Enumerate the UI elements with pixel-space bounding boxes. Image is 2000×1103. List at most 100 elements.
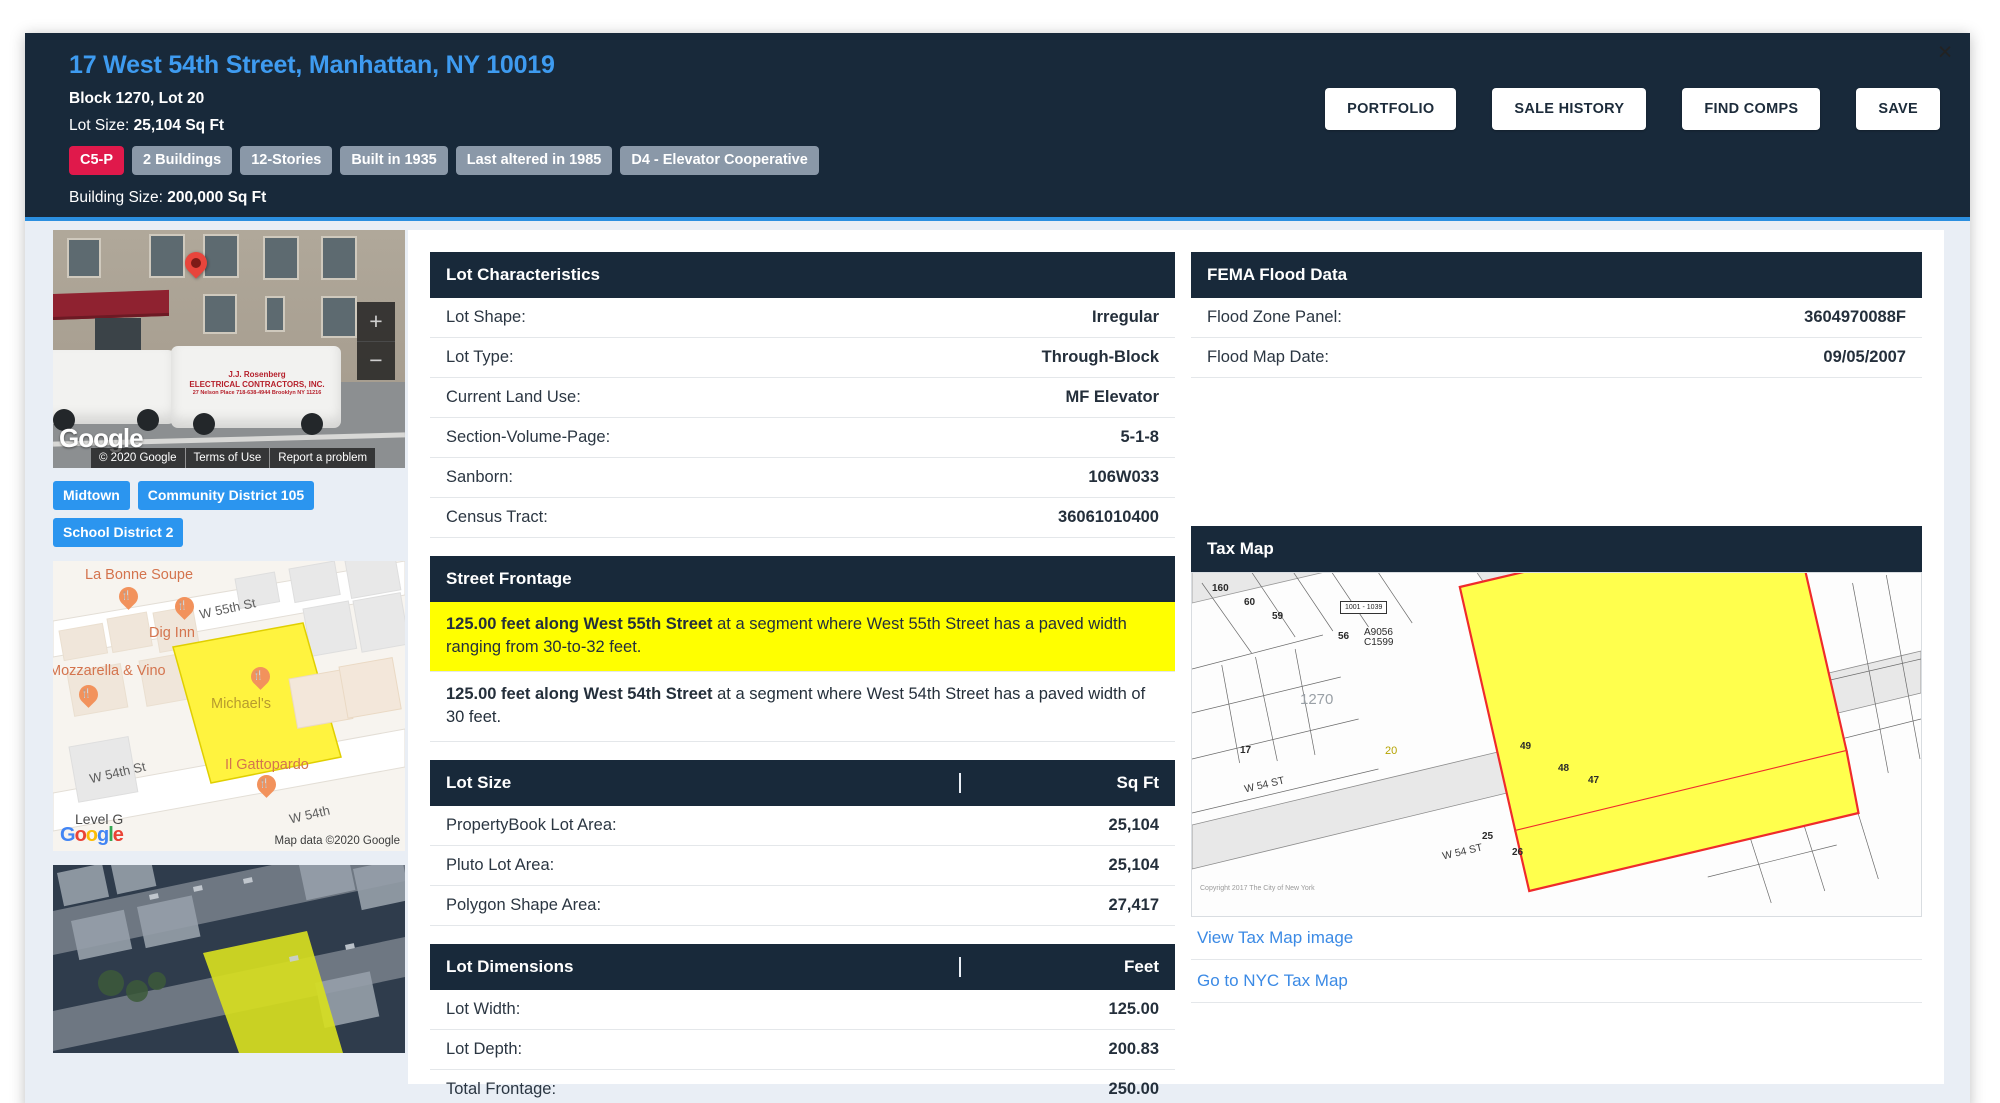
poi-label-il-gattopardo: Il Gattopardo bbox=[225, 757, 309, 773]
table-row: Sanborn: 106W033 bbox=[430, 458, 1175, 498]
table-row: Current Land Use: MF Elevator bbox=[430, 378, 1175, 418]
row-label: PropertyBook Lot Area: bbox=[446, 815, 617, 834]
poi-label-michaels: Michael's bbox=[211, 696, 271, 712]
fema-header: FEMA Flood Data bbox=[1191, 252, 1922, 298]
lot-characteristics-panel: Lot Characteristics Lot Shape: Irregular… bbox=[430, 252, 1175, 538]
row-value: 25,104 bbox=[1108, 815, 1159, 834]
header-building-size-label: Building Size: bbox=[69, 189, 163, 206]
lot-number-60: 60 bbox=[1244, 597, 1256, 608]
vector-map[interactable]: La Bonne Soupe Dig Inn Mozzarella & Vino… bbox=[53, 561, 405, 851]
row-value: 09/05/2007 bbox=[1823, 348, 1906, 366]
satellite-image[interactable] bbox=[53, 865, 405, 1053]
tax-map-credit: Copyright 2017 The City of New York bbox=[1200, 885, 1315, 892]
content-column-right: FEMA Flood Data Flood Zone Panel: 360497… bbox=[1191, 252, 1922, 1021]
row-value: 125.00 bbox=[1108, 999, 1159, 1018]
property-detail-modal: × 17 West 54th Street, Manhattan, NY 100… bbox=[25, 33, 1970, 1103]
row-label: Sanborn: bbox=[446, 468, 513, 486]
find-comps-button[interactable]: FIND COMPS bbox=[1682, 88, 1821, 130]
header-action-bar: PORTFOLIO SALE HISTORY FIND COMPS SAVE bbox=[1325, 88, 1940, 130]
row-value: 27,417 bbox=[1108, 895, 1159, 914]
lot-number-47: 47 bbox=[1588, 775, 1600, 786]
row-value: 36061010400 bbox=[1058, 508, 1159, 526]
tag-building-class: D4 - Elevator Cooperative bbox=[620, 146, 819, 175]
row-value: 25,104 bbox=[1108, 855, 1159, 874]
lot-size-panel: Lot Size Sq Ft PropertyBook Lot Area: 25… bbox=[430, 759, 1175, 926]
row-label: Lot Depth: bbox=[446, 1039, 523, 1058]
storefront-awning bbox=[53, 289, 169, 321]
save-button[interactable]: SAVE bbox=[1856, 88, 1940, 130]
property-header: 17 West 54th Street, Manhattan, NY 10019… bbox=[25, 33, 1970, 221]
frontage-row-highlighted: 125.00 feet along West 55th Street at a … bbox=[430, 602, 1175, 672]
go-to-nyc-tax-map-link[interactable]: Go to NYC Tax Map bbox=[1191, 960, 1922, 1003]
row-label: Pluto Lot Area: bbox=[446, 855, 555, 874]
lot-number-160: 160 bbox=[1212, 583, 1229, 594]
tax-map-code-c: C1599 bbox=[1364, 637, 1394, 648]
row-label: Lot Width: bbox=[446, 999, 521, 1018]
property-tag-list: C5-P 2 Buildings 12-Stories Built in 193… bbox=[69, 146, 1944, 175]
zoom-in-button[interactable]: + bbox=[357, 302, 395, 342]
table-row: Lot Depth: 200.83 bbox=[430, 1030, 1175, 1070]
close-icon[interactable]: × bbox=[1932, 39, 1958, 65]
zoom-out-button[interactable]: − bbox=[357, 342, 395, 381]
subject-lot-number: 20 bbox=[1385, 745, 1398, 757]
row-value: 250.00 bbox=[1108, 1079, 1159, 1098]
row-value: Irregular bbox=[1092, 308, 1159, 326]
street-frontage-header: Street Frontage bbox=[430, 556, 1175, 602]
table-row: Flood Map Date: 09/05/2007 bbox=[1191, 338, 1922, 378]
badge-school-district[interactable]: School District 2 bbox=[53, 518, 184, 547]
tag-year-altered: Last altered in 1985 bbox=[455, 146, 613, 175]
van-company-name: J.J. Rosenberg bbox=[228, 370, 286, 379]
table-row: Lot Shape: Irregular bbox=[430, 298, 1175, 338]
portfolio-button[interactable]: PORTFOLIO bbox=[1325, 88, 1457, 130]
header-lot-size-label: Lot Size: bbox=[69, 117, 130, 134]
lot-number-26: 26 bbox=[1512, 847, 1524, 858]
block-number-label: 1270 bbox=[1300, 691, 1334, 708]
header-lot-size-value: 25,104 Sq Ft bbox=[133, 117, 225, 134]
sale-history-button[interactable]: SALE HISTORY bbox=[1492, 88, 1647, 130]
panel-title: Street Frontage bbox=[446, 569, 572, 588]
google-wordmark: Google bbox=[60, 824, 124, 846]
lot-dimensions-header: Lot Dimensions Feet bbox=[430, 943, 1175, 990]
row-value: Through-Block bbox=[1041, 348, 1159, 366]
street-view-image[interactable]: J.J. Rosenberg ELECTRICAL CONTRACTORS, I… bbox=[53, 230, 405, 468]
tax-map-diagram[interactable]: 1001 - 1039 A9056 C1599 56 160 60 59 17 … bbox=[1191, 572, 1922, 917]
modal-body: J.J. Rosenberg ELECTRICAL CONTRACTORS, I… bbox=[25, 221, 1970, 1103]
view-tax-map-image-link[interactable]: View Tax Map image bbox=[1191, 917, 1922, 960]
row-label: Total Frontage: bbox=[446, 1079, 557, 1098]
map-data-credit: Map data ©2020 Google bbox=[271, 834, 403, 848]
content-column-left: Lot Characteristics Lot Shape: Irregular… bbox=[430, 252, 1175, 1103]
street-view-attribution: © 2020 Google Terms of Use Report a prob… bbox=[91, 448, 376, 468]
row-value: 5-1-8 bbox=[1120, 428, 1159, 446]
parked-van-right: J.J. Rosenberg ELECTRICAL CONTRACTORS, I… bbox=[171, 346, 341, 435]
row-label: Lot Type: bbox=[446, 348, 514, 366]
table-row: Polygon Shape Area: 27,417 bbox=[430, 886, 1175, 926]
table-row: Lot Type: Through-Block bbox=[430, 338, 1175, 378]
satellite-graphics bbox=[53, 865, 405, 1053]
tag-zoning: C5-P bbox=[69, 146, 125, 175]
van-company-contact: 27 Nelson Place 718-638-4944 Brooklyn NY… bbox=[192, 390, 322, 396]
poi-label-la-bonne-soupe: La Bonne Soupe bbox=[85, 567, 194, 583]
frontage-measure: 125.00 feet along West 55th Street bbox=[446, 615, 713, 633]
media-sidebar: J.J. Rosenberg ELECTRICAL CONTRACTORS, I… bbox=[25, 221, 408, 1103]
tag-year-built: Built in 1935 bbox=[340, 146, 448, 175]
frontage-row: 125.00 feet along West 54th Street at a … bbox=[430, 672, 1175, 742]
row-label: Current Land Use: bbox=[446, 388, 581, 406]
report-problem-link[interactable]: Report a problem bbox=[270, 448, 375, 468]
lot-size-header: Lot Size Sq Ft bbox=[430, 759, 1175, 806]
row-value: 3604970088F bbox=[1804, 308, 1906, 326]
page-title: 17 West 54th Street, Manhattan, NY 10019 bbox=[69, 51, 555, 79]
row-value: MF Elevator bbox=[1065, 388, 1159, 406]
terms-of-use-link[interactable]: Terms of Use bbox=[186, 448, 271, 468]
copyright-text: © 2020 Google bbox=[91, 448, 186, 468]
badge-neighborhood[interactable]: Midtown bbox=[53, 481, 130, 510]
panel-title: Lot Size bbox=[446, 772, 512, 792]
parked-van-left bbox=[53, 350, 175, 431]
panel-title: Lot Dimensions bbox=[446, 956, 574, 976]
row-label: Census Tract: bbox=[446, 508, 548, 526]
lot-dimensions-panel: Lot Dimensions Feet Lot Width: 125.00 Lo… bbox=[430, 943, 1175, 1103]
tax-map-graphics bbox=[1192, 573, 1921, 916]
badge-community-district[interactable]: Community District 105 bbox=[137, 481, 315, 510]
poi-label-dig-inn: Dig Inn bbox=[149, 625, 195, 641]
tag-buildings: 2 Buildings bbox=[132, 146, 233, 175]
lot-number-56: 56 bbox=[1338, 631, 1350, 642]
